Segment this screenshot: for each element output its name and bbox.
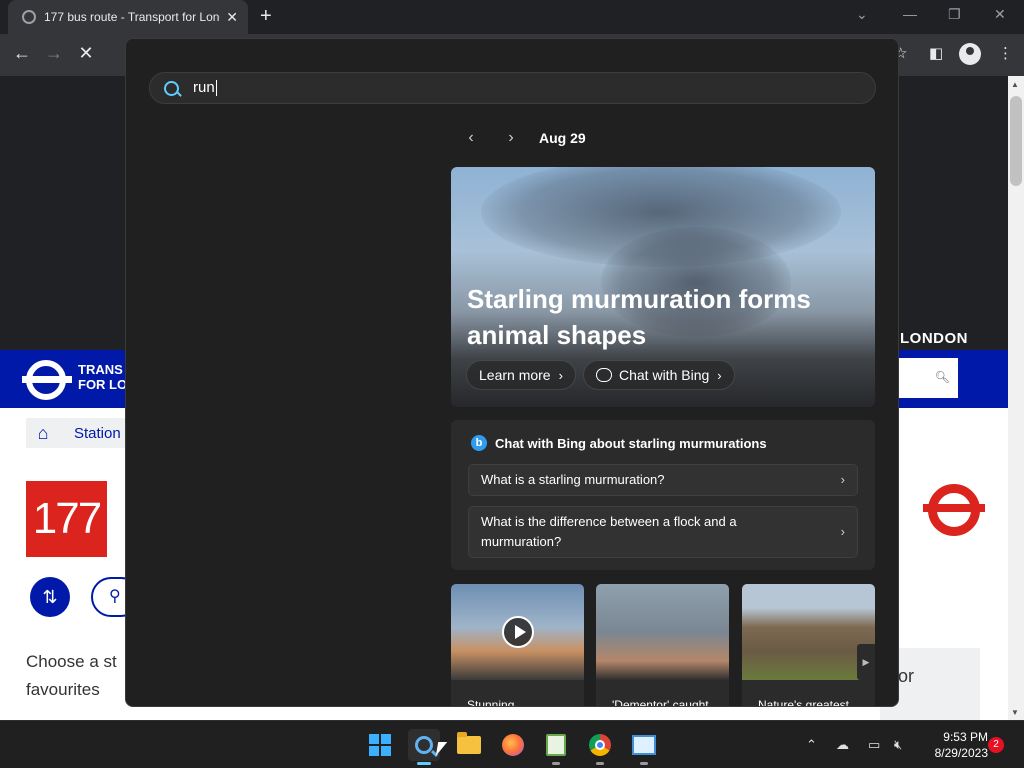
- route-number-badge: 177: [26, 481, 107, 557]
- browser-tab[interactable]: 177 bus route - Transport for London ✕: [8, 0, 248, 34]
- network-icon[interactable]: ▭: [868, 737, 880, 753]
- learn-more-button[interactable]: Learn more ›: [466, 360, 576, 390]
- windows-search-flyout: run ‹ › Aug 29 Starling murmuration form…: [125, 38, 899, 707]
- performance-monitor-button[interactable]: [628, 729, 660, 765]
- notepad-button[interactable]: [540, 729, 572, 765]
- notepad-icon: [546, 734, 566, 756]
- chat-card-header: b Chat with Bing about starling murmurat…: [471, 435, 767, 451]
- next-day-icon[interactable]: ›: [501, 129, 521, 147]
- thumbnail-image: [596, 584, 729, 680]
- close-tab-icon[interactable]: ✕: [226, 9, 238, 26]
- windows-taskbar: ⌃ ☁ ▭ 🔇︎ 9:53 PM 8/29/2023 2: [0, 720, 1024, 768]
- new-tab-button[interactable]: +: [260, 5, 272, 28]
- thumbnail-card-3[interactable]: Nature's greatest: [742, 584, 875, 707]
- active-indicator: [417, 762, 431, 765]
- chat-question-2[interactable]: What is the difference between a flock a…: [468, 506, 858, 558]
- search-icon: [415, 736, 433, 754]
- search-icon: [164, 80, 179, 96]
- close-window-button[interactable]: ✕: [994, 6, 1006, 23]
- scroll-right-icon[interactable]: ▶: [857, 644, 875, 680]
- firefox-icon: [502, 734, 524, 756]
- search-query[interactable]: run: [193, 80, 217, 96]
- header-london-text: LONDON: [900, 330, 968, 347]
- thumbnail-card-2[interactable]: 'Dementor' caught: [596, 584, 729, 707]
- chevron-right-icon: ›: [840, 472, 845, 487]
- firefox-button[interactable]: [497, 729, 529, 761]
- chrome-button[interactable]: [584, 729, 616, 765]
- clock-date: 8/29/2023: [934, 746, 988, 760]
- tfl-roundel-icon[interactable]: [22, 360, 72, 400]
- running-indicator: [596, 762, 604, 765]
- chat-with-bing-button[interactable]: Chat with Bing ›: [583, 360, 735, 390]
- menu-kebab-icon[interactable]: ⋮: [998, 44, 1013, 62]
- running-indicator: [640, 762, 648, 765]
- taskbar-search-button[interactable]: [408, 729, 440, 765]
- play-icon[interactable]: [502, 616, 534, 648]
- hero-card[interactable]: Starling murmuration forms animal shapes…: [451, 167, 875, 407]
- thumbnail-caption: Nature's greatest: [758, 698, 850, 707]
- question-text: What is a starling murmuration?: [481, 472, 665, 487]
- file-explorer-button[interactable]: [453, 729, 485, 761]
- search-input[interactable]: run: [149, 72, 876, 104]
- chevron-up-icon[interactable]: ⌃: [806, 737, 817, 753]
- tab-title: 177 bus route - Transport for London: [44, 10, 221, 24]
- running-indicator: [552, 762, 560, 765]
- loading-icon: [22, 10, 36, 24]
- onedrive-cloud-icon[interactable]: ☁: [836, 737, 849, 753]
- chat-question-1[interactable]: What is a starling murmuration? ›: [468, 464, 858, 496]
- chevron-right-icon: ›: [558, 367, 563, 383]
- side-card-text: or: [898, 666, 915, 686]
- chat-card-heading: Chat with Bing about starling murmuratio…: [495, 435, 767, 451]
- org-name-line1: TRANS: [78, 362, 123, 377]
- swap-direction-button[interactable]: ⇅: [30, 577, 70, 617]
- profile-icon[interactable]: [959, 43, 981, 65]
- page-search-input[interactable]: 🔍︎: [898, 358, 958, 398]
- back-icon[interactable]: ←: [10, 43, 34, 64]
- chevron-right-icon: ›: [717, 367, 722, 383]
- search-icon[interactable]: 🔍︎: [935, 370, 950, 384]
- thumbnail-caption: 'Dementor' caught: [612, 698, 709, 707]
- restore-button[interactable]: ❐: [948, 6, 961, 23]
- volume-muted-icon[interactable]: 🔇︎: [894, 737, 902, 753]
- windows-logo-icon: [369, 734, 391, 756]
- choose-stop-text: Choose a st favourites: [26, 652, 117, 699]
- scrollbar-thumb[interactable]: [1010, 96, 1022, 186]
- bing-logo-icon: b: [471, 435, 487, 451]
- notification-badge[interactable]: 2: [988, 737, 1004, 753]
- bus-roundel-icon: [923, 484, 985, 536]
- home-icon[interactable]: ⌂: [30, 420, 56, 446]
- clock-time: 9:53 PM: [943, 730, 988, 744]
- bing-chat-card: b Chat with Bing about starling murmurat…: [451, 420, 875, 570]
- thumbnail-caption: Stunning: [467, 698, 515, 707]
- performance-monitor-icon: [632, 735, 656, 755]
- breadcrumb-stations[interactable]: Station: [74, 425, 121, 442]
- forward-icon[interactable]: →: [42, 43, 66, 64]
- org-name-line2: FOR LO: [78, 377, 128, 392]
- minimize-button[interactable]: —: [903, 6, 917, 22]
- date-label: Aug 29: [539, 130, 586, 146]
- chat-with-bing-label: Chat with Bing: [619, 367, 710, 383]
- chat-bubble-icon: [596, 368, 612, 382]
- question-text: What is the difference between a flock a…: [481, 514, 737, 549]
- previous-day-icon[interactable]: ‹: [461, 129, 481, 147]
- date-navigator: ‹ › Aug 29: [461, 127, 586, 149]
- chrome-icon: [589, 734, 611, 756]
- stop-loading-icon[interactable]: ✕: [74, 43, 98, 64]
- thumbnail-image: [742, 584, 875, 680]
- learn-more-label: Learn more: [479, 367, 551, 383]
- system-clock[interactable]: 9:53 PM 8/29/2023: [918, 729, 988, 761]
- side-panel-icon[interactable]: ◧: [929, 44, 943, 62]
- scroll-up-icon[interactable]: ▲: [1011, 80, 1019, 89]
- chevron-right-icon: ›: [840, 524, 845, 539]
- start-button[interactable]: [364, 729, 396, 761]
- hero-title[interactable]: Starling murmuration forms animal shapes: [467, 281, 847, 353]
- folder-icon: [457, 732, 481, 754]
- scroll-down-icon[interactable]: ▼: [1011, 708, 1019, 717]
- news-thumbnails: Stunning 'Dementor' caught Nature's grea…: [451, 584, 875, 707]
- tfl-org-name[interactable]: TRANS FOR LO: [78, 362, 127, 392]
- browser-tab-bar: 177 bus route - Transport for London ✕ +…: [0, 0, 1024, 34]
- tab-search-icon[interactable]: ⌄: [856, 6, 868, 23]
- thumbnail-card-1[interactable]: Stunning: [451, 584, 584, 707]
